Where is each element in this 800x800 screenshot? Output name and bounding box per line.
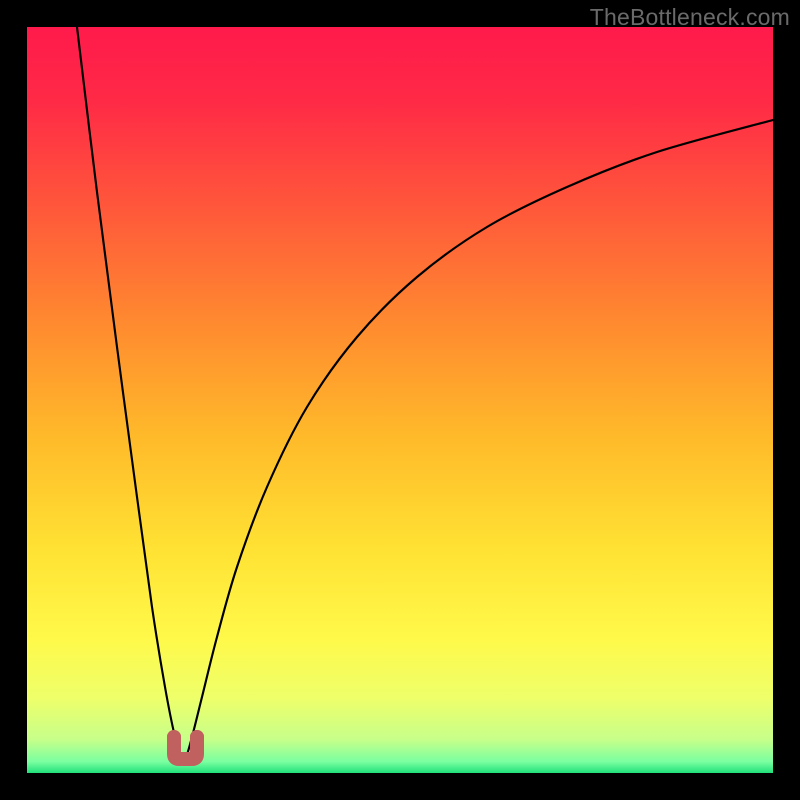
plot-area — [27, 27, 773, 773]
frame: TheBottleneck.com — [0, 0, 800, 800]
bottleneck-chart — [27, 27, 773, 773]
gradient-background — [27, 27, 773, 773]
